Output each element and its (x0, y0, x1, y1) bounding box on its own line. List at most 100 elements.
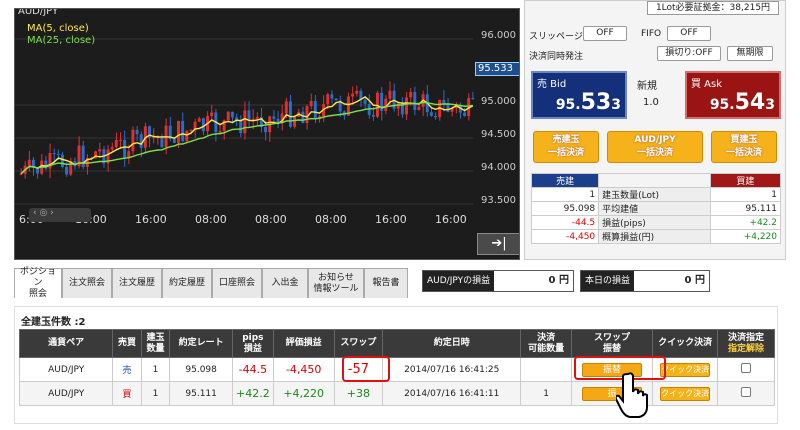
candle-body (434, 115, 437, 118)
candle-body (131, 129, 135, 152)
ask-label: 買 Ask (691, 79, 723, 90)
candle-body (230, 111, 234, 118)
candle-body (114, 139, 118, 148)
tab-news-tools[interactable]: お知らせ 情報ツール (308, 268, 364, 298)
slippage-toggle[interactable]: OFF (583, 26, 627, 41)
summary-label: 損益(pips) (598, 215, 711, 230)
tab-deposit[interactable]: 入出金 (262, 268, 308, 298)
col-header: 建玉 数量 (140, 329, 171, 358)
position-summary-table: 売建 買建 1 建玉数量(Lot) 1 95.098 平均建値 95.111 -… (530, 173, 782, 244)
rate-cell: 95.111 (169, 381, 234, 406)
summary-label: 平均建値 (598, 201, 711, 216)
candle-body (284, 101, 288, 114)
time-axis-label: 08:00 (315, 213, 347, 226)
buy-header: 買建 (709, 173, 782, 188)
expiry-button[interactable]: 無期限 (727, 46, 773, 61)
tab-reports[interactable]: 報告書 (364, 268, 408, 298)
today-pl-label: 本日の損益 (581, 271, 635, 291)
simultaneous-order-label: 決済同時発注 (529, 52, 584, 62)
candle-body (52, 153, 56, 155)
candle-body (247, 110, 251, 121)
col-header: 約定日時 (382, 329, 522, 358)
swap-cell: +38 (333, 381, 384, 406)
candle-body (305, 106, 309, 124)
stop-loss-toggle[interactable]: 損切り:OFF (657, 46, 721, 61)
candle-body (471, 98, 475, 100)
candle-body (446, 103, 450, 112)
slippage-label: スリッページ (529, 32, 583, 42)
fifo-toggle[interactable]: OFF (667, 26, 711, 41)
pair-cell: AUD/JPY (18, 381, 114, 406)
settle-qty-cell: 1 (520, 381, 572, 406)
tab-position[interactable]: ポジション 照会 (14, 267, 62, 299)
qty-cell: 1 (140, 357, 171, 382)
candle-body (181, 120, 185, 142)
ma5-legend: MA(5, close) (27, 23, 89, 34)
candle-body (123, 139, 127, 159)
candle-body (363, 99, 367, 104)
table-row[interactable]: AUD/JPY 買 1 95.111 +42.2 +4,220 +38 2014… (18, 381, 775, 406)
pair-bulk-settle-button[interactable]: AUD/JPY 一括決済 (607, 131, 703, 163)
candle-body (218, 130, 222, 133)
candle-body (65, 166, 69, 175)
candle-body (139, 134, 143, 148)
candle-body (98, 149, 102, 152)
quick-settle-button[interactable]: クイック決済 (660, 386, 711, 401)
pl-cell: -4,450 (272, 357, 335, 382)
settle-check-cell (717, 381, 775, 406)
tab-execution-history[interactable]: 約定履歴 (162, 268, 212, 298)
candle-body (355, 90, 359, 94)
candle-body (210, 112, 214, 117)
ask-button[interactable]: 買 Ask 95.543 (685, 71, 781, 119)
sell-header: 売建 (530, 173, 600, 188)
position-count: 全建玉件数 :2 (21, 317, 86, 328)
candle-body (197, 118, 201, 122)
spread-value: 1.0 (643, 97, 659, 108)
col-header: 決済 可能数量 (520, 329, 572, 358)
trade-panel: 1Lot必要証拠金：38,215円 スリッページ OFF FIFO OFF 決済… (524, 0, 786, 260)
candle-body (56, 153, 60, 155)
buy-value: +42.2 (709, 215, 782, 230)
tab-order-inquiry[interactable]: 注文照会 (62, 268, 112, 298)
candle-body (371, 114, 375, 117)
time-axis-label: 08:00 (255, 213, 287, 226)
datetime-cell: 2014/07/16 16:41:11 (382, 381, 522, 406)
col-header: 約定レート (169, 329, 234, 358)
sell-value: -44.5 (530, 215, 600, 230)
candle-body (351, 93, 355, 97)
price-axis-label: 95.000 (481, 96, 516, 107)
swap-highlight (342, 356, 390, 382)
col-header: 評価損益 (272, 329, 335, 358)
fifo-label: FIFO (641, 29, 662, 39)
buy-bulk-settle-button[interactable]: 買建玉 一括決済 (711, 131, 777, 163)
settle-checkbox[interactable] (741, 363, 752, 373)
candle-body (135, 129, 139, 135)
tab-order-history[interactable]: 注文履歴 (112, 268, 162, 298)
chart-pair-label: AUD/JPY (18, 8, 59, 17)
candle-body (60, 154, 64, 167)
time-axis-label: 16:00 (435, 213, 467, 226)
candle-body (442, 99, 446, 104)
tab-account[interactable]: 口座照会 (212, 268, 262, 298)
summary-label: 建玉数量(Lot) (598, 187, 711, 202)
bid-button[interactable]: 売 Bid 95.533 (531, 71, 627, 119)
ask-price: 95.543 (709, 90, 775, 115)
price-axis-label: 93.500 (481, 195, 516, 206)
price-chart[interactable]: AUD/JPY MA(5, close) MA(25, close) 96.00… (14, 8, 520, 260)
price-axis-label: 94.000 (481, 162, 516, 173)
candle-body (19, 173, 23, 175)
zoom-controls[interactable]: ‹ ◎ › (29, 208, 91, 222)
candle-body (293, 116, 297, 127)
sell-bulk-settle-button[interactable]: 売建玉 一括決済 (533, 131, 599, 163)
scroll-to-latest-button[interactable]: ➔| (477, 233, 519, 255)
margin-info: 1Lot必要証拠金：38,215円 (647, 1, 779, 15)
quick-settle-button[interactable]: クイック決済 (660, 362, 711, 377)
datetime-cell: 2014/07/16 16:41:25 (382, 357, 522, 382)
settle-qty-cell (520, 357, 572, 382)
settle-checkbox[interactable] (741, 387, 752, 397)
buy-value: 1 (709, 187, 782, 202)
pips-cell: +42.2 (232, 381, 274, 406)
rate-cell: 95.098 (169, 357, 234, 382)
candle-body (177, 120, 180, 143)
candle-body (118, 139, 122, 141)
